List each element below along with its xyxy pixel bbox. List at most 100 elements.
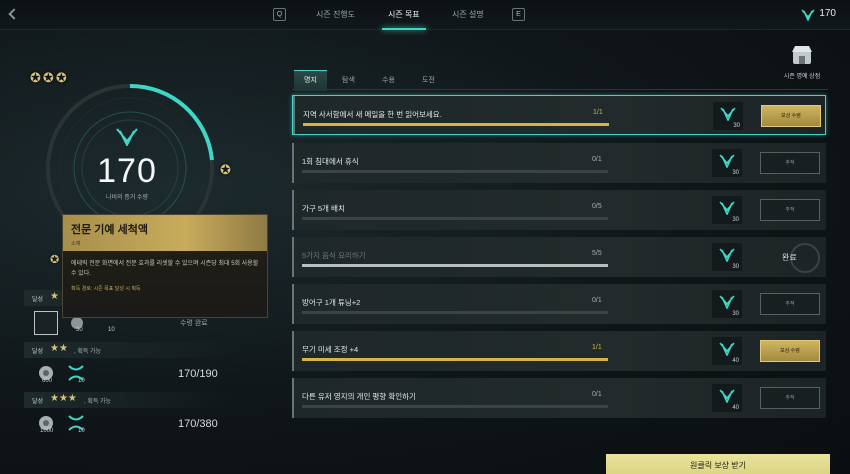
track-button[interactable]: 추적 <box>760 152 820 174</box>
item-tooltip: 전문 기예 세척액 소재 에테릭 전문 화면에서 전문 효과를 리셋할 수 있으… <box>62 214 268 318</box>
quest-row[interactable]: 방어구 1개 튜닝+2 0/1 30 추적 <box>292 284 826 324</box>
key-hint-q: Q <box>273 8 286 21</box>
claim-all-button[interactable]: 원클릭 보상 받기 <box>606 454 830 474</box>
butterfly-icon <box>719 389 735 403</box>
reward-qty: 600 <box>42 378 53 384</box>
quest-title: 1회 침대에서 휴식 <box>302 157 359 166</box>
tab-season-description[interactable]: 시즌 설명 <box>452 9 484 20</box>
quest-row[interactable]: 무기 미세 조정 +4 1/1 40 보상 수령 <box>292 331 826 371</box>
quest-title: 5가지 음식 요리하기 <box>302 251 366 260</box>
tier-label: 달성 <box>32 399 44 405</box>
claim-reward-button[interactable]: 보상 수령 <box>760 340 820 362</box>
reward-qty: 1000 <box>40 428 54 434</box>
row-accent <box>292 237 294 277</box>
row-accent <box>292 143 294 183</box>
quest-title: 가구 5개 배치 <box>302 204 345 213</box>
quest-progress-bar <box>302 170 608 173</box>
quest-title: 무기 미세 조정 +4 <box>302 345 359 354</box>
row-accent <box>292 331 294 371</box>
tier-star-icons: ★ <box>50 291 59 302</box>
back-arrow-icon[interactable] <box>8 8 20 20</box>
quest-row[interactable]: 5가지 음식 요리하기 5/5 30 완료 <box>292 237 826 277</box>
shop-icon <box>792 46 812 64</box>
tier-label: 달성 <box>32 349 44 355</box>
quest-title: 지역 사서함에서 새 메일을 한 번 읽어보세요. <box>303 110 442 119</box>
quest-reward[interactable]: 30 <box>712 290 742 318</box>
tooltip-subtitle: 소재 <box>71 241 81 247</box>
gauge-label: 나비의 증거 수량 <box>106 195 148 201</box>
reward-qty: 10 <box>78 378 85 384</box>
track-button[interactable]: 추적 <box>760 199 820 221</box>
quest-reward[interactable]: 30 <box>712 196 742 224</box>
tab-challenge[interactable]: 도전 <box>422 75 435 85</box>
tier-row: 달성 ★★ , 획득 가능 <box>24 342 238 358</box>
quest-progress-bar <box>302 405 608 408</box>
tab-accept[interactable]: 수용 <box>382 75 395 85</box>
butterfly-icon <box>719 201 735 215</box>
quest-progress: 0/1 <box>592 156 602 163</box>
quest-complete-label: 완료 <box>782 253 797 262</box>
butterfly-icon <box>719 154 735 168</box>
quest-progress-bar <box>302 358 608 361</box>
quest-progress-fill <box>303 123 609 126</box>
tab-season-goals[interactable]: 시즌 목표 <box>382 9 426 30</box>
claim-reward-button[interactable]: 보상 수령 <box>761 105 821 127</box>
quest-progress: 5/5 <box>592 250 602 257</box>
tier-progress: 170/190 <box>178 368 218 380</box>
tier-status: 수령 완료 <box>180 320 208 327</box>
reward-qty: 40 <box>732 358 739 364</box>
category-tabs: 명지 탐색 수용 도전 <box>292 70 828 91</box>
tier-suffix: , 획득 가능 <box>84 399 112 405</box>
tier-label: 달성 <box>32 297 44 303</box>
quest-progress-fill <box>302 264 608 267</box>
quest-row[interactable]: 다른 유저 영지의 개인 평향 확인하기 0/1 40 추적 <box>292 378 826 418</box>
tier-star-icons: ★★★ <box>50 393 77 404</box>
row-accent <box>292 378 294 418</box>
quest-row[interactable]: 1회 침대에서 휴식 0/1 30 추적 <box>292 143 826 183</box>
quest-reward[interactable]: 40 <box>712 384 742 412</box>
quest-title: 방어구 1개 튜닝+2 <box>302 298 361 307</box>
milestone-star-icon: ✪ <box>50 254 60 266</box>
tab-season-progress[interactable]: 시즌 진행도 <box>316 9 355 20</box>
quest-reward[interactable]: 30 <box>713 102 743 130</box>
currency-count: 170 <box>819 8 836 19</box>
quest-reward[interactable]: 30 <box>712 243 742 271</box>
quest-progress-bar <box>302 311 608 314</box>
tier-stars: ✪ ✪ ✪ <box>30 70 67 86</box>
milestone-star-icon: ✪ <box>220 162 231 177</box>
quest-reward[interactable]: 40 <box>712 337 742 365</box>
quest-title: 다른 유저 영지의 개인 평향 확인하기 <box>302 392 416 401</box>
reward-qty: 30 <box>733 123 740 129</box>
star-icon: ✪ <box>42 70 54 85</box>
quest-row[interactable]: 지역 사서함에서 새 메일을 한 번 읽어보세요. 1/1 30 보상 수령 <box>292 95 826 135</box>
star-icon: ✪ <box>55 70 67 85</box>
quest-row[interactable]: 가구 5개 배치 0/5 30 추적 <box>292 190 826 230</box>
reward-qty: 30 <box>732 217 739 223</box>
key-hint-e: E <box>512 8 525 21</box>
tooltip-title: 전문 기예 세척액 <box>71 224 148 236</box>
butterfly-icon <box>116 128 138 146</box>
track-button[interactable]: 추적 <box>760 387 820 409</box>
quest-progress: 0/5 <box>592 203 602 210</box>
reward-qty: 30 <box>76 327 83 333</box>
quest-progress: 0/1 <box>592 297 602 304</box>
row-accent <box>292 190 294 230</box>
gauge-value: 170 <box>97 152 157 190</box>
track-button[interactable]: 추적 <box>760 293 820 315</box>
reward-qty: 30 <box>732 264 739 270</box>
tab-territory[interactable]: 명지 <box>294 70 327 91</box>
quest-progress: 1/1 <box>592 344 602 351</box>
butterfly-icon <box>719 248 735 262</box>
quest-progress-bar <box>302 264 608 267</box>
reward-slot[interactable] <box>34 311 58 335</box>
tab-explore[interactable]: 탐색 <box>342 75 355 85</box>
tier-progress: 170/380 <box>178 418 218 430</box>
quest-reward[interactable]: 30 <box>712 149 742 177</box>
reward-qty: 30 <box>732 170 739 176</box>
quest-progress-bar <box>303 123 609 126</box>
reward-qty: 10 <box>78 428 85 434</box>
row-accent <box>292 284 294 324</box>
material-icon <box>68 315 90 337</box>
quest-progress: 1/1 <box>593 109 603 116</box>
star-icon: ✪ <box>30 70 41 85</box>
